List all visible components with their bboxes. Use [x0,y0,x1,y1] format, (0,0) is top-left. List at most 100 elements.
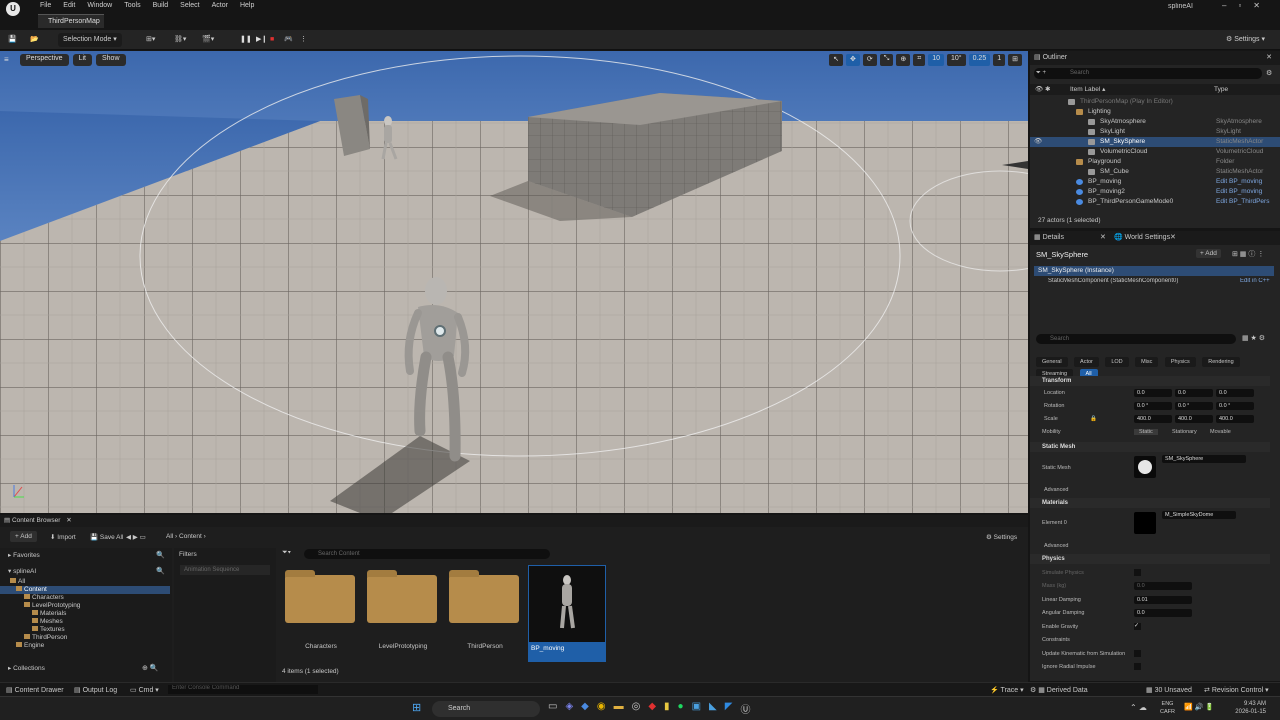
unsaved-button[interactable]: ▦ 30 Unsaved [1146,686,1192,694]
surface-snap-icon[interactable]: ⌗ [913,54,926,66]
close-button[interactable]: ✕ [1253,1,1260,10]
filter-rendering[interactable]: Rendering [1202,357,1240,367]
outliner-row[interactable]: Playground Folder [1030,157,1280,167]
rotation-y[interactable]: 0.0 ° [1175,402,1213,410]
scale-x[interactable]: 400.0 [1134,415,1172,423]
camera-speed-value[interactable]: 1 [993,54,1006,66]
filter-chip[interactable]: Animation Sequence [180,565,270,575]
task-view-icon[interactable]: ▭ [548,701,557,716]
menu-help[interactable]: Help [234,2,260,9]
ignore-radial-checkbox[interactable] [1134,663,1141,670]
content-drawer-button[interactable]: ▤ Content Drawer [6,686,64,694]
asset-folder-characters[interactable]: Characters [282,565,360,662]
details-search-input[interactable]: Search [1036,334,1236,344]
crumb-all[interactable]: All [166,533,173,540]
rotation-z[interactable]: 0.0 ° [1216,402,1254,410]
add-component-button[interactable]: + Add [1196,249,1221,258]
location-y[interactable]: 0.0 [1175,389,1213,397]
tab-world-settings[interactable]: 🌐 World Settings [1114,231,1170,245]
lock-icon[interactable]: 🔒 [1090,416,1097,422]
edit-cpp-link[interactable]: Edit in C++ [1240,278,1270,284]
tree-item[interactable]: Textures [0,626,170,634]
filter-dropdown-icon[interactable]: ⏷▾ [282,549,291,557]
maximize-viewport-icon[interactable]: ⊞ [1008,54,1022,66]
unreal-taskbar-icon[interactable]: Ⓤ [740,701,750,716]
world-close-icon[interactable]: ✕ [1170,231,1176,245]
save-icon[interactable]: 💾 [8,33,17,47]
outliner-row-type[interactable]: Edit BP_moving [1216,177,1276,187]
rotate-tool-icon[interactable]: ⟳ [862,54,877,66]
mass-field[interactable]: 0.0 [1134,582,1192,590]
unreal-logo-icon[interactable]: U [6,2,20,16]
menu-tools[interactable]: Tools [118,2,146,9]
scale-z[interactable]: 400.0 [1216,415,1254,423]
outliner-row[interactable]: BP_ThirdPersonGameMode0 Edit BP_ThirdPers [1030,197,1280,207]
outliner-row[interactable]: BP_moving2 Edit BP_moving [1030,187,1280,197]
show-button[interactable]: Show [95,54,126,66]
outliner-row[interactable]: SM_SkySphere StaticMeshActor 👁 [1030,137,1280,147]
spotify-icon[interactable]: ● [678,701,684,716]
language-indicator[interactable]: ENG CAFR [1160,700,1175,716]
remote-icon[interactable]: ▣ [692,701,701,716]
tree-item[interactable]: Content [0,586,170,594]
col-type[interactable]: Type [1214,84,1228,95]
menu-actor[interactable]: Actor [206,2,234,9]
outliner-row-type[interactable]: Edit BP_ThirdPers [1216,197,1276,207]
scale-tool-icon[interactable]: ⤡ [879,54,894,66]
asset-folder-thirdperson[interactable]: ThirdPerson [446,565,524,662]
enable-gravity-checkbox[interactable]: ✓ [1134,623,1141,630]
material-thumbnail[interactable] [1134,512,1156,534]
location-label[interactable]: Location [1044,390,1065,396]
map-tab[interactable]: ThirdPersonMap [38,14,104,28]
pause-icon[interactable]: ❚❚ [240,33,252,47]
browse-icon[interactable]: 📂 [30,33,39,47]
favorites-header[interactable]: ▸ Favorites [8,551,40,559]
scale-label[interactable]: Scale [1044,416,1058,422]
tree-item[interactable]: Materials [0,610,170,618]
windows-start-icon[interactable]: ⊞ [412,701,421,714]
tree-item[interactable]: Meshes [0,618,170,626]
taskbar-search[interactable]: Search [432,701,540,717]
favorites-search-icon[interactable]: 🔍 [156,551,165,559]
section-static-mesh[interactable]: Static Mesh [1030,442,1270,452]
details-close-icon[interactable]: ✕ [1100,231,1106,245]
filter-misc[interactable]: Misc [1135,357,1159,367]
menu-window[interactable]: Window [81,2,118,9]
minimize-button[interactable]: – [1222,1,1226,10]
menu-edit[interactable]: Edit [57,2,81,9]
select-tool-icon[interactable]: ↖ [829,54,844,66]
mesh-thumbnail[interactable] [1134,456,1156,478]
section-physics[interactable]: Physics [1030,554,1270,564]
angular-damping-field[interactable]: 0.0 [1134,609,1192,617]
import-button[interactable]: ⬇ Import [50,533,76,541]
outliner-row[interactable]: SkyAtmosphere SkyAtmosphere [1030,117,1280,127]
stop-icon[interactable]: ■ [270,33,274,47]
collections-actions-icons[interactable]: ⊕ 🔍 [142,664,159,672]
instance-row[interactable]: SM_SkySphere (Instance) [1034,266,1274,276]
section-materials[interactable]: Materials [1030,498,1270,508]
clock[interactable]: 9:43 AM 2026-01-15 [1222,700,1266,716]
add-actor-icon[interactable]: ⊞▾ [146,33,155,47]
eject-icon[interactable]: 🎮 [284,33,293,47]
world-icon[interactable]: ⊕ [896,54,911,66]
tree-item[interactable]: ThirdPerson [0,634,170,642]
lit-button[interactable]: Lit [72,54,92,66]
store-icon[interactable]: ◣ [709,701,717,716]
step-icon[interactable]: ▶❙ [256,33,267,47]
system-icons[interactable]: 📶 🔊 🔋 [1184,703,1214,711]
col-item-label[interactable]: Item Label ▴ [1070,84,1105,95]
history-nav-icons[interactable]: ◀ ▶ ▭ [126,533,146,541]
section-transform[interactable]: Transform [1030,376,1270,386]
trace-button[interactable]: ⚡ Trace ▾ [990,686,1024,694]
tab-details[interactable]: ▦ Details [1034,234,1064,241]
derived-data-button[interactable]: ⚙ ▦ Derived Data [1030,686,1088,694]
github-icon[interactable]: ◎ [632,701,641,716]
maximize-button[interactable]: ▫ [1238,1,1241,10]
outliner-row[interactable]: Lighting [1030,107,1280,117]
asset-bp-moving[interactable]: BP_moving [528,565,606,662]
cmd-dropdown[interactable]: ▭ Cmd ▾ [130,686,159,694]
menu-build[interactable]: Build [147,2,175,9]
chrome-icon[interactable]: ◉ [597,701,606,716]
translate-tool-icon[interactable]: ✥ [846,54,860,66]
crumb-content[interactable]: Content [179,533,202,540]
